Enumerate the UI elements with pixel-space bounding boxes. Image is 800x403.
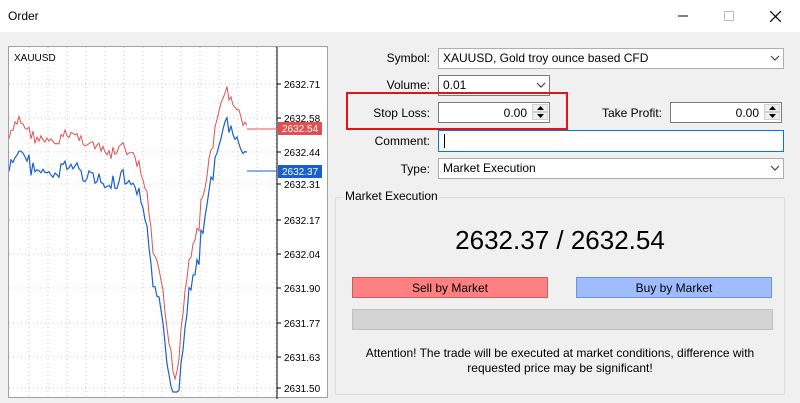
bid-price-line	[9, 115, 248, 393]
price-axis-label: 2631.50	[284, 384, 321, 395]
volume-select-value: 0.01	[443, 78, 467, 92]
minimize-button[interactable]	[660, 0, 706, 32]
type-label: Type:	[400, 162, 430, 176]
price-axis-label: 2632.17	[284, 216, 321, 227]
price-axis-label: 2632.44	[284, 148, 321, 159]
sell-by-market-button[interactable]: Sell by Market	[352, 277, 548, 298]
price-axis-label: 2632.04	[284, 250, 321, 261]
chevron-down-icon	[536, 82, 546, 88]
execution-warning-line-1: Attention! The trade will be executed at…	[365, 346, 755, 360]
close-button[interactable]	[752, 0, 798, 32]
triangle-down-icon	[768, 114, 776, 118]
price-axis-label: 2631.90	[284, 284, 321, 295]
price-axis-label: 2631.63	[284, 353, 321, 364]
bid-price-tag-label: 2632.37	[282, 167, 319, 178]
comment-label: Comment:	[374, 134, 430, 148]
symbol-select[interactable]: XAUUSD, Gold troy ounce based CFD	[438, 48, 784, 69]
price-axis-label: 2632.31	[284, 180, 321, 191]
execution-progress-bar	[352, 309, 773, 330]
price-chart-canvas: 2632.712632.582632.442632.312632.172632.…	[9, 47, 322, 399]
market-execution-group-title: Market Execution	[343, 189, 440, 203]
chevron-down-icon	[770, 55, 780, 61]
take-profit-increment-button[interactable]	[764, 104, 780, 112]
chevron-down-icon	[770, 165, 780, 171]
buy-by-market-button[interactable]: Buy by Market	[576, 277, 772, 298]
chart-symbol-label: XAUUSD	[14, 53, 56, 64]
window-title: Order	[8, 9, 39, 23]
price-axis-label: 2632.71	[284, 80, 321, 91]
maximize-icon	[724, 11, 734, 21]
symbol-label: Symbol:	[386, 51, 430, 65]
bid-ask-price: 2632.37 / 2632.54	[455, 225, 665, 255]
price-chart[interactable]: 2632.71 2632.58 2632.44 2632.31 2632.17 2632.…	[8, 46, 328, 399]
take-profit-label: Take Profit:	[601, 106, 662, 120]
title-bar: Order	[0, 0, 800, 32]
ask-price-tag-label: 2632.54	[282, 124, 319, 135]
take-profit-value: 0.00	[735, 106, 759, 120]
take-profit-decrement-button[interactable]	[764, 112, 780, 120]
close-icon	[769, 10, 781, 22]
take-profit-spinner[interactable]: 0.00	[670, 102, 782, 123]
ask-price-line	[9, 86, 248, 381]
type-select-value: Market Execution	[443, 161, 536, 175]
symbol-select-value: XAUUSD, Gold troy ounce based CFD	[443, 51, 649, 65]
comment-input[interactable]	[438, 130, 784, 152]
text-caret	[444, 134, 445, 148]
volume-label: Volume:	[386, 78, 430, 92]
triangle-up-icon	[768, 106, 776, 110]
price-axis-label: 2631.77	[284, 319, 321, 330]
minimize-icon	[678, 15, 688, 17]
execution-warning: Attention! The trade will be executed at…	[345, 346, 775, 376]
execution-warning-line-2: requested price may be significant!	[467, 361, 653, 375]
maximize-button[interactable]	[706, 0, 752, 32]
stop-loss-highlight-box	[346, 92, 568, 130]
type-select[interactable]: Market Execution	[438, 158, 784, 179]
